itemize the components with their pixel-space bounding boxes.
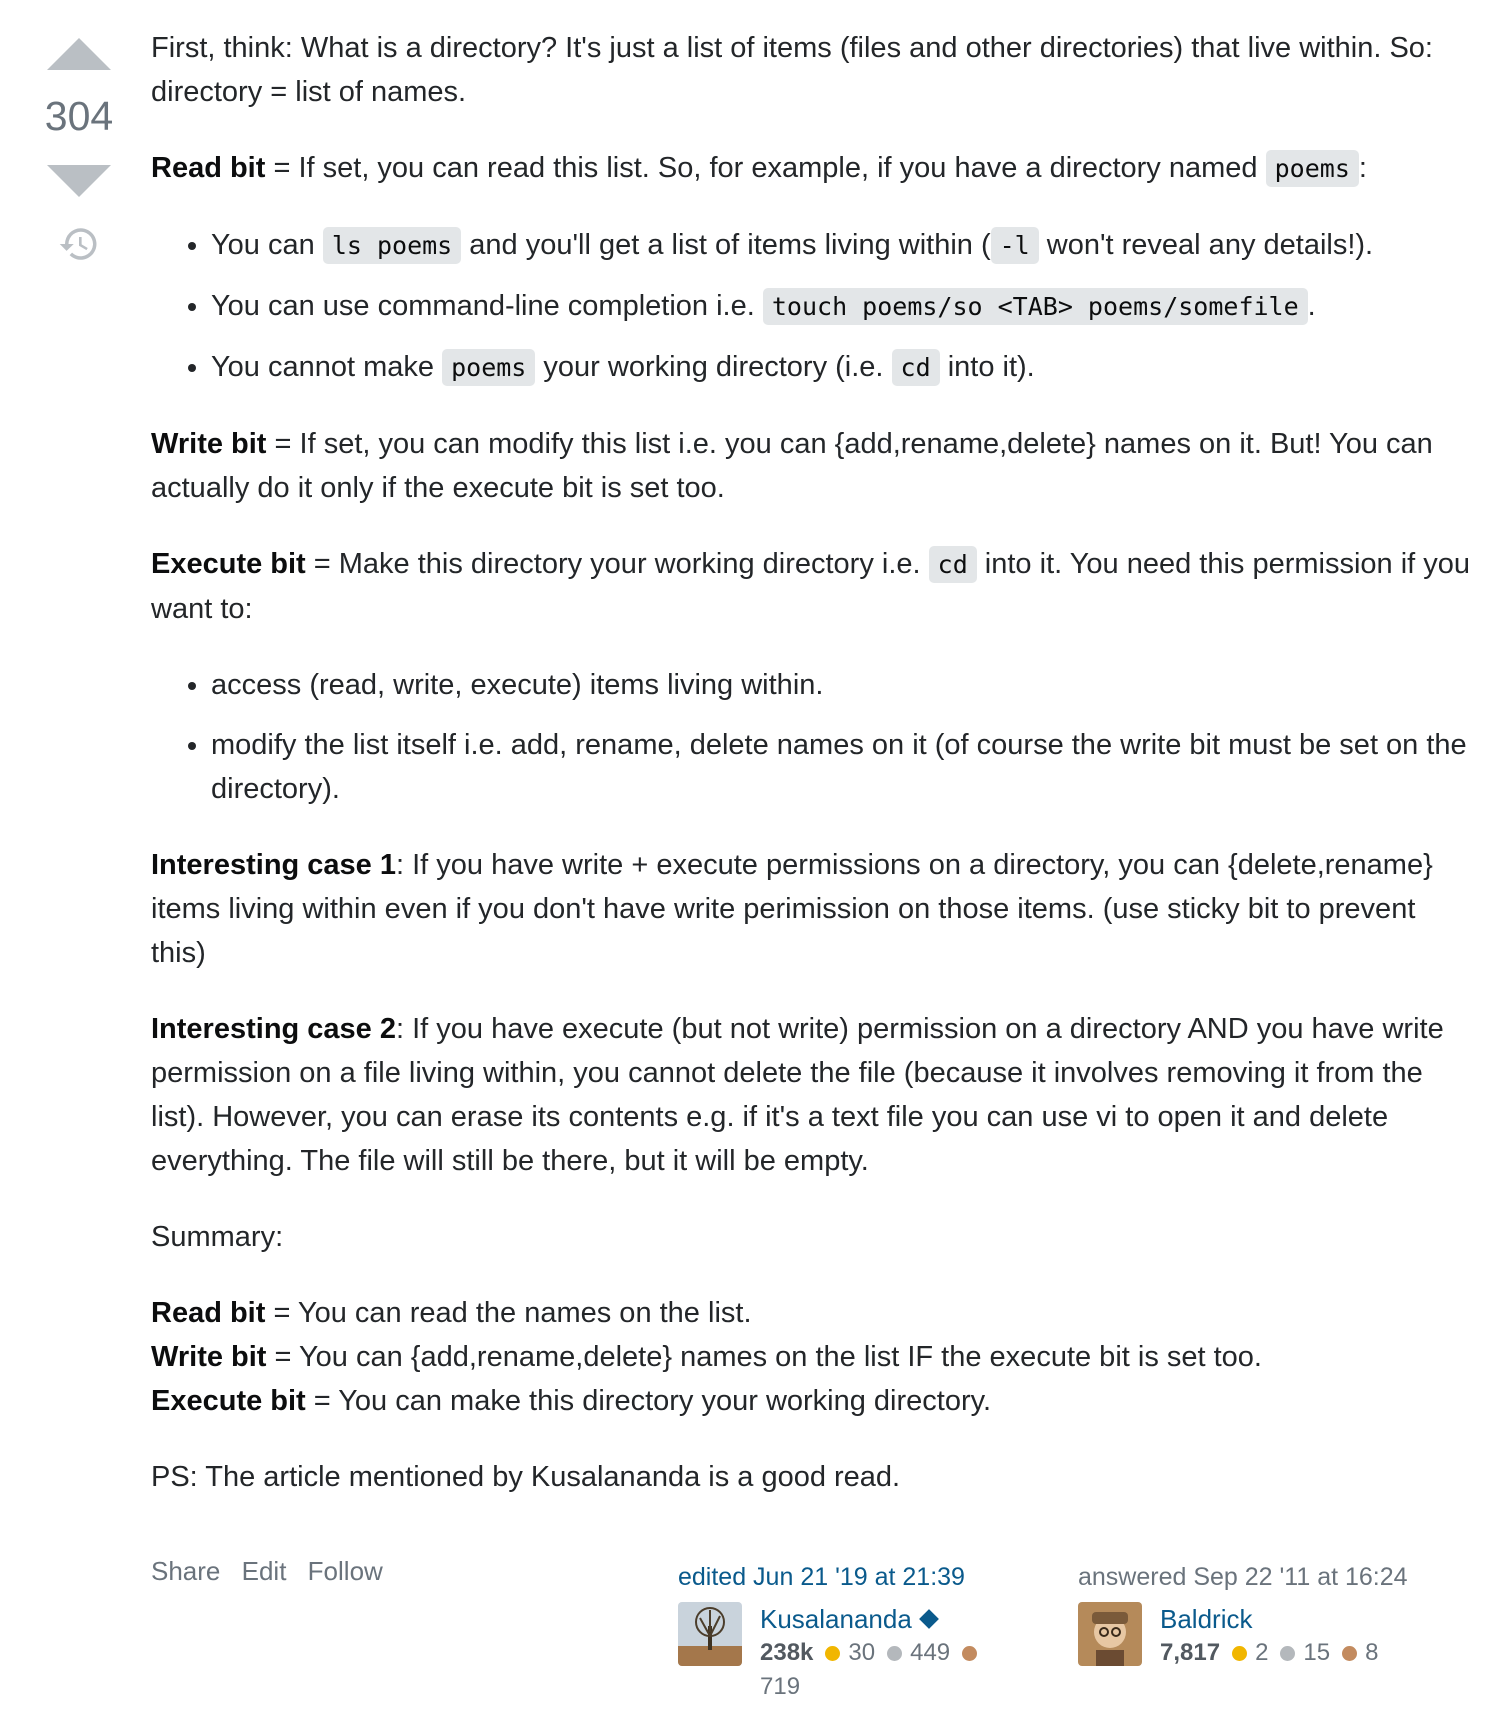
code-poems: poems [1265,150,1359,187]
case2-label: Interesting case 2 [151,1013,396,1045]
bronze-badge-icon [962,1646,978,1661]
summary-heading: Summary: [151,1221,284,1253]
code-poems: poems [442,349,536,386]
editor-name[interactable]: Kusalananda [760,1604,912,1634]
edit-link[interactable]: Edit [242,1556,287,1586]
bronze-badge-icon [1342,1646,1358,1661]
author-name[interactable]: Baldrick [1160,1602,1378,1636]
execute-bit-label: Execute bit [151,548,306,580]
follow-link[interactable]: Follow [308,1556,383,1586]
upvote-button[interactable] [47,38,111,70]
execute-bit-list: access (read, write, execute) items livi… [151,663,1471,811]
list-item: You cannot make poems your working direc… [211,345,1471,390]
code-cd: cd [928,546,977,583]
code-touch: touch poems/so <TAB> poems/somefile [762,288,1308,325]
author-reputation: 7,817 2 15 8 [1160,1639,1379,1666]
list-item: You can ls poems and you'll get a list o… [211,223,1471,268]
case1-label: Interesting case 1 [151,849,396,881]
vote-panel: 304 [38,38,120,270]
case1-paragraph: Interesting case 1: If you have write + … [151,849,1433,969]
list-item: You can use command-line completion i.e.… [211,284,1471,329]
ps-paragraph: PS: The article mentioned by Kusalananda… [151,1461,901,1493]
edited-timestamp[interactable]: edited Jun 21 '19 at 21:39 [678,1563,985,1592]
read-bit-label: Read bit [151,152,266,184]
silver-badge-icon [887,1646,903,1661]
read-bit-list: You can ls poems and you'll get a list o… [151,223,1471,390]
execute-bit-paragraph: Execute bit = Make this directory your w… [151,546,1471,625]
case2-paragraph: Interesting case 2: If you have execute … [151,1013,1444,1177]
avatar[interactable] [1078,1602,1142,1666]
answer-body: First, think: What is a directory? It's … [151,26,1471,1531]
write-bit-paragraph: Write bit = If set, you can modify this … [151,428,1433,504]
list-item: modify the list itself i.e. add, rename,… [211,723,1471,811]
avatar[interactable] [678,1602,742,1666]
code-cd: cd [891,349,940,386]
downvote-button[interactable] [47,165,111,197]
list-item: access (read, write, execute) items livi… [211,663,1471,707]
post-actions: Share Edit Follow [151,1556,397,1587]
write-bit-label: Write bit [151,428,267,460]
moderator-diamond-icon [918,1609,939,1629]
vote-count: 304 [44,93,114,139]
intro-paragraph: First, think: What is a directory? It's … [151,32,1433,108]
code-ls-poems: ls poems [322,227,462,264]
summary-block: Read bit = You can read the names on the… [151,1297,1262,1417]
author-signature: answered Sep 22 '11 at 16:24 Baldrick 7,… [1078,1563,1408,1670]
editor-signature: edited Jun 21 '19 at 21:39 Kusalananda 2… [678,1563,985,1704]
share-link[interactable]: Share [151,1556,220,1586]
answered-timestamp[interactable]: answered Sep 22 '11 at 16:24 [1078,1563,1408,1592]
read-bit-paragraph: Read bit = If set, you can read this lis… [151,146,1471,191]
gold-badge-icon [1232,1646,1248,1661]
editor-reputation: 238k 30 449 719 [760,1636,985,1704]
code-l-flag: -l [990,227,1039,264]
silver-badge-icon [1280,1646,1296,1661]
gold-badge-icon [825,1646,841,1661]
history-icon[interactable] [58,223,100,265]
